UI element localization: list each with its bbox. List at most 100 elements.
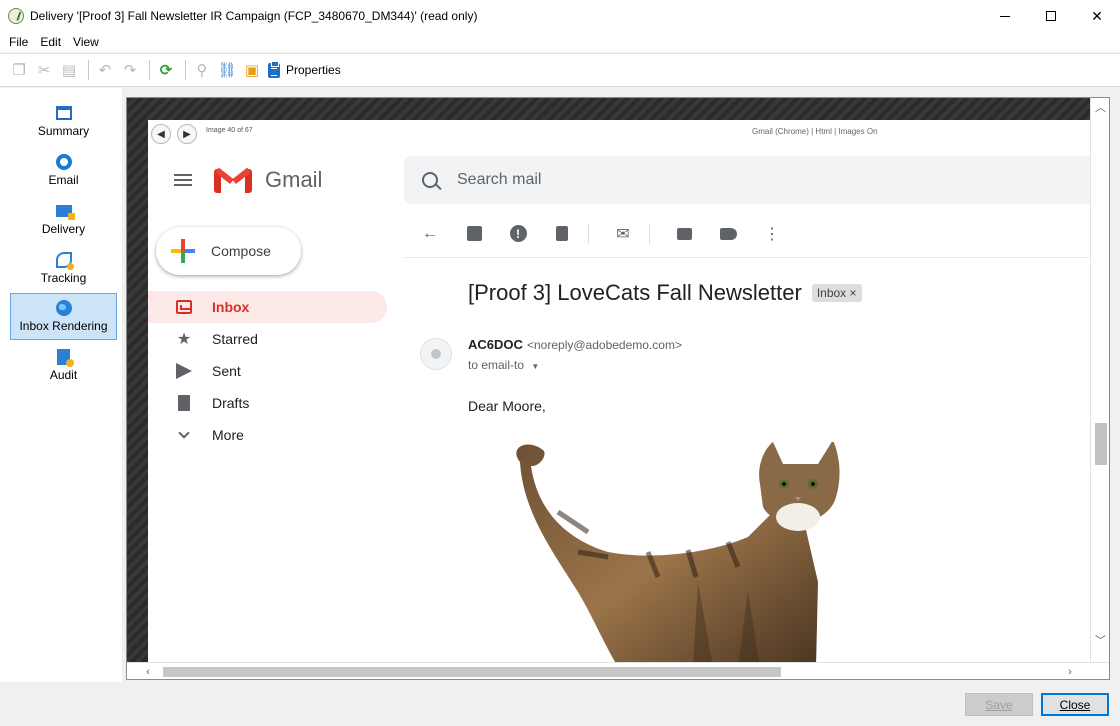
send-icon bbox=[174, 363, 194, 379]
gmail-message-toolbar: ← ! ✉ ⋮ bbox=[404, 210, 1092, 258]
label-icon bbox=[718, 224, 738, 244]
inbox-label-chip: Inbox × bbox=[811, 284, 862, 302]
properties-label: Properties bbox=[286, 63, 341, 77]
cat-photo bbox=[516, 442, 840, 665]
nav-item-inbox-rendering[interactable]: Inbox Rendering bbox=[10, 293, 117, 340]
gift-icon[interactable]: ▣ bbox=[241, 59, 263, 81]
nav-item-label: Inbox Rendering bbox=[19, 319, 108, 333]
search-icon bbox=[422, 172, 438, 188]
copy-icon[interactable]: ❐ bbox=[8, 59, 30, 81]
vertical-scroll-thumb[interactable] bbox=[1095, 423, 1107, 465]
save-label: Save bbox=[985, 697, 1013, 712]
cut-icon[interactable]: ✂ bbox=[33, 59, 55, 81]
image-counter: Image 40 of 67 bbox=[206, 127, 253, 134]
nav-item-label: Audit bbox=[49, 368, 78, 382]
recipient-text: to email-to bbox=[468, 358, 525, 372]
scroll-up-icon[interactable]: ︿ bbox=[1091, 98, 1109, 116]
save-button[interactable]: Save bbox=[965, 693, 1033, 716]
gmail-logo-icon bbox=[214, 166, 252, 194]
gmail-nav-label: Starred bbox=[212, 331, 258, 347]
chip-close-icon: × bbox=[849, 286, 857, 300]
gmail-nav-inbox: Inbox bbox=[148, 291, 387, 323]
nav-item-audit[interactable]: Audit bbox=[10, 342, 117, 389]
redo-icon[interactable]: ↷ bbox=[119, 59, 141, 81]
report-spam-icon: ! bbox=[508, 224, 528, 244]
link-icon[interactable]: ⛓ bbox=[216, 59, 238, 81]
minimize-button[interactable] bbox=[982, 0, 1028, 32]
plus-icon bbox=[171, 239, 195, 263]
gmail-nav-label: More bbox=[212, 427, 244, 443]
gmail-header: Gmail bbox=[148, 155, 403, 205]
close-button[interactable]: Close bbox=[1041, 693, 1109, 716]
properties-button[interactable]: Properties bbox=[268, 60, 341, 78]
avatar bbox=[420, 338, 452, 370]
scroll-right-icon[interactable]: › bbox=[1061, 663, 1079, 679]
window-title: Delivery '[Proof 3] Fall Newsletter IR C… bbox=[30, 9, 478, 23]
email-render-image: ◀ ▶ Image 40 of 67 Gmail (Chrome) | Html… bbox=[148, 120, 1092, 665]
maximize-button[interactable] bbox=[1028, 0, 1074, 32]
draft-icon bbox=[174, 395, 194, 411]
gmail-nav-sent: Sent bbox=[148, 355, 388, 387]
nav-item-summary[interactable]: Summary bbox=[10, 98, 117, 145]
nav-item-tracking[interactable]: Tracking bbox=[10, 245, 117, 292]
email-subject: [Proof 3] LoveCats Fall Newsletter Inbox… bbox=[468, 280, 862, 306]
chevron-down-icon: ▼ bbox=[531, 362, 540, 371]
client-info: Gmail (Chrome) | Html | Images On bbox=[752, 127, 878, 136]
app-icon bbox=[8, 8, 24, 24]
gmail-nav-label: Drafts bbox=[212, 395, 250, 411]
gmail-nav-label: Sent bbox=[212, 363, 241, 379]
title-bar: Delivery '[Proof 3] Fall Newsletter IR C… bbox=[0, 0, 1120, 32]
sender-email: <noreply@adobedemo.com> bbox=[527, 338, 682, 352]
nav-item-label: Tracking bbox=[40, 271, 87, 285]
gmail-nav-starred: ★ Starred bbox=[148, 323, 388, 355]
gmail-nav-more: More bbox=[148, 419, 388, 451]
toolbar-separator bbox=[588, 223, 589, 244]
inbox-rendering-preview: ◀ ▶ Image 40 of 67 Gmail (Chrome) | Html… bbox=[126, 97, 1110, 680]
toolbar-separator bbox=[185, 60, 186, 80]
inbox-icon bbox=[174, 300, 194, 314]
gmail-wordmark: Gmail bbox=[265, 167, 323, 192]
email-icon bbox=[55, 154, 72, 170]
toolbar-separator bbox=[88, 60, 89, 80]
scroll-left-icon[interactable]: ‹ bbox=[139, 663, 157, 679]
sender-name: AC6DOC bbox=[468, 337, 523, 352]
nav-item-delivery[interactable]: Delivery bbox=[10, 196, 117, 243]
render-meta-bar: ◀ ▶ Image 40 of 67 Gmail (Chrome) | Html… bbox=[148, 120, 1092, 144]
horizontal-scrollbar[interactable]: ‹ › bbox=[127, 662, 1109, 679]
nav-item-email[interactable]: Email bbox=[10, 147, 117, 194]
delete-icon bbox=[552, 224, 572, 244]
nav-item-label: Delivery bbox=[41, 222, 86, 236]
gmail-nav-drafts: Drafts bbox=[148, 387, 388, 419]
undo-icon[interactable]: ↶ bbox=[94, 59, 116, 81]
refresh-icon[interactable]: ⟳ bbox=[155, 59, 177, 81]
previous-image-button[interactable]: ◀ bbox=[151, 124, 171, 144]
toolbar-separator bbox=[649, 223, 650, 244]
mark-unread-icon: ✉ bbox=[616, 225, 630, 243]
gmail-search-bar: Search mail bbox=[404, 156, 1092, 204]
audit-icon bbox=[56, 349, 74, 367]
next-image-button[interactable]: ▶ bbox=[177, 124, 197, 144]
email-greeting: Dear Moore, bbox=[468, 398, 546, 414]
close-label: Close bbox=[1059, 697, 1091, 712]
menu-view[interactable]: View bbox=[67, 35, 105, 49]
recipient-line: to email-to ▼ bbox=[468, 358, 539, 372]
close-window-button[interactable]: ✕ bbox=[1074, 0, 1120, 32]
move-to-icon bbox=[674, 224, 694, 244]
back-arrow-icon: ← bbox=[422, 224, 438, 242]
attachment-icon[interactable]: ⚲ bbox=[191, 59, 213, 81]
delivery-icon bbox=[55, 203, 75, 220]
tracking-icon bbox=[55, 252, 74, 270]
scroll-down-icon[interactable]: ﹀ bbox=[1091, 631, 1109, 649]
vertical-scrollbar[interactable]: ︿ ﹀ bbox=[1090, 98, 1109, 664]
toolbar: ❐ ✂ ▤ ↶ ↷ ⟳ ⚲ ⛓ ▣ Properties bbox=[0, 53, 1120, 87]
search-placeholder: Search mail bbox=[457, 171, 542, 188]
globe-icon bbox=[55, 300, 72, 316]
gmail-nav-label: Inbox bbox=[212, 299, 250, 315]
horizontal-scroll-thumb[interactable] bbox=[163, 667, 781, 677]
chip-label: Inbox bbox=[816, 286, 847, 300]
hamburger-menu-icon bbox=[174, 174, 192, 186]
menu-file[interactable]: File bbox=[3, 35, 34, 49]
left-nav: Summary Email Delivery Tracking Inbox Re… bbox=[0, 88, 122, 682]
menu-edit[interactable]: Edit bbox=[34, 35, 67, 49]
paste-icon[interactable]: ▤ bbox=[58, 59, 80, 81]
